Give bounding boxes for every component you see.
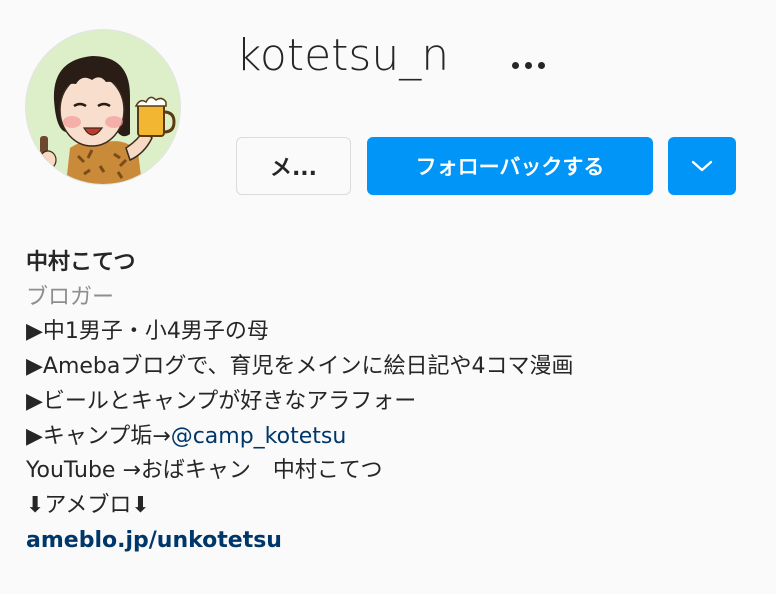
bio-line: ▶Amebaブログで、育児をメインに絵日記や4コマ漫画 [26,354,574,380]
follow-back-button[interactable]: フォローバックする [367,137,653,195]
avatar-illustration [26,30,180,184]
more-options-button[interactable] [504,50,552,80]
more-horizontal-icon-dot [537,61,545,69]
profile-full-name: 中村こてつ [26,250,136,275]
bio-line-ameblo: ⬇アメブロ⬇ [26,492,150,518]
camp-prefix: ▶キャンプ垢→ [26,423,171,449]
profile-username: kotetsu_n [236,30,450,81]
bio-line-camp: ▶キャンプ垢→@camp_kotetsu [26,420,766,455]
profile-bio: 中村こてつ ブロガー ▶中1男子・小4男子の母 ▶Amebaブログで、育児をメイ… [26,246,766,558]
suggested-dropdown-button[interactable] [668,137,736,195]
bio-line: ▶ビールとキャンプが好きなアラフォー [26,388,417,414]
bio-line-youtube: YouTube →おばキャン 中村こてつ [26,458,383,484]
profile-category: ブロガー [26,284,115,310]
message-button[interactable]: メ... [236,137,351,195]
more-horizontal-icon-dot [511,61,519,69]
profile-external-link[interactable]: ameblo.jp/unkotetsu [26,524,766,559]
bio-line: ▶中1男子・小4男子の母 [26,319,269,345]
chevron-down-icon [691,160,713,172]
camp-mention-link[interactable]: @camp_kotetsu [171,424,347,449]
more-horizontal-icon-dot [524,61,532,69]
profile-avatar[interactable] [26,30,180,184]
